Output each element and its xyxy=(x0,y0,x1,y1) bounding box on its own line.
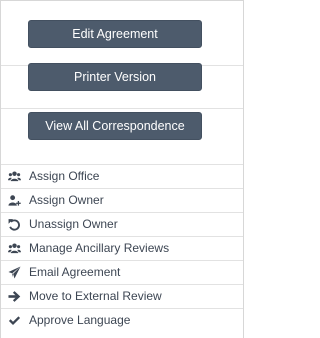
menu-item-assign-owner[interactable]: Assign Owner xyxy=(1,188,243,212)
check-icon xyxy=(8,316,21,326)
users-icon xyxy=(8,171,21,182)
view-all-correspondence-button[interactable]: View All Correspondence xyxy=(28,112,202,140)
menu-item-label: Unassign Owner xyxy=(29,217,118,231)
menu-item-email-agreement[interactable]: Email Agreement xyxy=(1,260,243,284)
printer-version-button[interactable]: Printer Version xyxy=(28,63,202,91)
menu-item-label: Assign Office xyxy=(29,169,100,183)
page-edge xyxy=(244,0,252,338)
arrow-right-icon xyxy=(8,291,21,302)
undo-icon xyxy=(8,219,20,231)
menu-item-unassign-owner[interactable]: Unassign Owner xyxy=(1,212,243,236)
menu-item-assign-office[interactable]: Assign Office xyxy=(1,164,243,188)
action-menu: Assign Office Assign Owner Unassign Owne… xyxy=(1,164,243,332)
menu-item-label: Assign Owner xyxy=(29,193,104,207)
menu-item-approve-language[interactable]: Approve Language xyxy=(1,308,243,332)
actions-panel: Edit Agreement Printer Version View All … xyxy=(0,0,244,338)
edit-agreement-button[interactable]: Edit Agreement xyxy=(28,20,202,48)
menu-item-label: Move to External Review xyxy=(29,289,162,303)
printer-version-block: Printer Version xyxy=(1,63,243,109)
view-correspondence-block: View All Correspondence xyxy=(1,112,243,164)
edit-agreement-block: Edit Agreement xyxy=(1,20,243,66)
menu-item-label: Email Agreement xyxy=(29,265,121,279)
user-plus-icon xyxy=(8,195,21,206)
menu-item-move-to-external-review[interactable]: Move to External Review xyxy=(1,284,243,308)
menu-item-label: Approve Language xyxy=(29,313,131,327)
menu-item-manage-ancillary-reviews[interactable]: Manage Ancillary Reviews xyxy=(1,236,243,260)
menu-item-label: Manage Ancillary Reviews xyxy=(29,241,170,255)
paper-plane-icon xyxy=(8,266,21,279)
users-icon xyxy=(8,243,21,254)
